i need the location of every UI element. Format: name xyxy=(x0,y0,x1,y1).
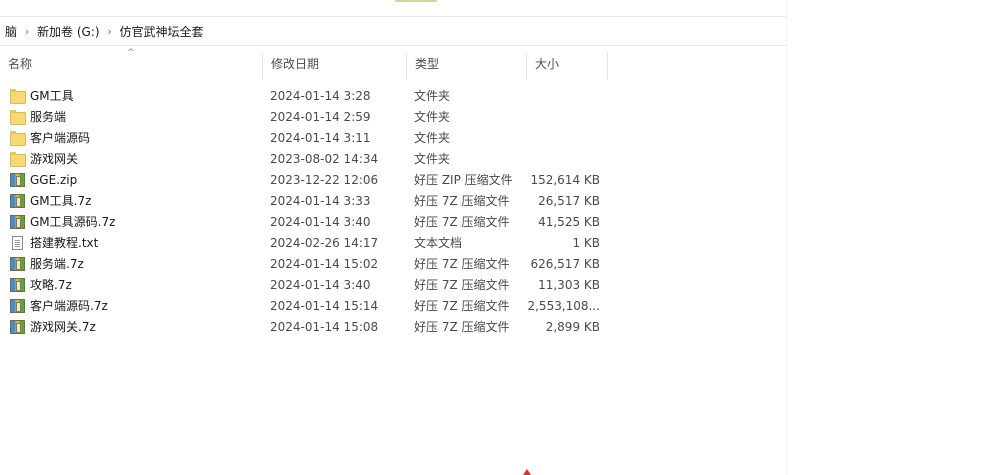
file-type: 文件夹 xyxy=(414,89,451,103)
column-name-label: 名称 xyxy=(8,56,33,71)
file-type: 文件夹 xyxy=(414,110,451,124)
file-name: GGE.zip xyxy=(30,173,78,187)
file-name: 服务端 xyxy=(30,110,67,124)
file-type: 好压 7Z 压缩文件 xyxy=(414,299,510,313)
file-date: 2024-01-14 15:14 xyxy=(270,299,379,313)
file-size: 11,303 KB xyxy=(538,278,600,292)
file-type: 好压 7Z 压缩文件 xyxy=(414,215,510,229)
file-size: 2,553,108... xyxy=(527,299,600,313)
file-size: 626,517 KB xyxy=(530,257,600,271)
file-name: 游戏网关 xyxy=(30,152,79,166)
file-type: 文件夹 xyxy=(414,152,451,166)
text-file-icon xyxy=(12,236,23,250)
file-row[interactable]: GM工具 2024-01-14 3:28 文件夹 xyxy=(0,86,786,107)
folder-icon xyxy=(10,131,26,146)
file-date: 2024-01-14 15:02 xyxy=(270,257,379,271)
file-type: 好压 7Z 压缩文件 xyxy=(414,257,510,271)
archive-icon xyxy=(10,215,25,229)
chevron-right-icon[interactable]: › xyxy=(21,25,33,38)
breadcrumb-item-computer[interactable]: 脑 xyxy=(0,23,21,40)
file-row[interactable]: 搭建教程.txt 2024-02-26 14:17 文本文档 1 KB xyxy=(0,233,786,254)
column-header-date[interactable]: 修改日期 xyxy=(263,46,406,80)
file-size xyxy=(527,107,600,128)
file-row[interactable]: 游戏网关 2023-08-02 14:34 文件夹 xyxy=(0,149,786,170)
column-header: ^ 名称 修改日期 类型 大小 xyxy=(0,46,786,84)
file-date: 2023-08-02 14:34 xyxy=(270,152,379,166)
pane-divider xyxy=(786,0,787,475)
file-type: 好压 7Z 压缩文件 xyxy=(414,278,510,292)
file-name: 客户端源码 xyxy=(30,131,91,145)
file-size: 1 KB xyxy=(572,236,600,250)
file-name: GM工具 xyxy=(30,89,74,103)
file-row[interactable]: 客户端源码.7z 2024-01-14 15:14 好压 7Z 压缩文件 2,5… xyxy=(0,296,786,317)
top-accent-bar xyxy=(395,0,437,2)
file-date: 2024-01-14 3:40 xyxy=(270,278,371,292)
column-header-size[interactable]: 大小 xyxy=(527,46,607,80)
file-row[interactable]: 客户端源码 2024-01-14 3:11 文件夹 xyxy=(0,128,786,149)
archive-icon xyxy=(10,278,25,292)
file-type: 文件夹 xyxy=(414,131,451,145)
file-name: GM工具源码.7z xyxy=(30,215,116,229)
file-type: 好压 ZIP 压缩文件 xyxy=(414,173,513,187)
file-size xyxy=(527,149,600,170)
file-list: GM工具 2024-01-14 3:28 文件夹 服务端 2024-01-14 … xyxy=(0,86,786,338)
archive-icon xyxy=(10,257,25,271)
window-top-strip xyxy=(0,0,786,17)
column-header-type[interactable]: 类型 xyxy=(407,46,526,80)
archive-icon xyxy=(10,320,25,334)
cursor-mark-icon xyxy=(523,469,531,475)
column-size-label: 大小 xyxy=(535,56,560,71)
breadcrumb-item-folder[interactable]: 仿官武神坛全套 xyxy=(116,23,208,40)
breadcrumb: 脑 › 新加卷 (G:) › 仿官武神坛全套 xyxy=(0,17,786,46)
file-row[interactable]: GM工具.7z 2024-01-14 3:33 好压 7Z 压缩文件 26,51… xyxy=(0,191,786,212)
file-name: 搭建教程.txt xyxy=(30,236,99,250)
file-date: 2024-01-14 15:08 xyxy=(270,320,379,334)
file-size: 26,517 KB xyxy=(538,194,600,208)
file-row[interactable]: 服务端 2024-01-14 2:59 文件夹 xyxy=(0,107,786,128)
file-name: 攻略.7z xyxy=(30,278,72,292)
folder-icon xyxy=(10,152,26,167)
file-type: 好压 7Z 压缩文件 xyxy=(414,194,510,208)
column-type-label: 类型 xyxy=(415,56,440,71)
archive-icon xyxy=(10,194,25,208)
archive-icon xyxy=(10,299,25,313)
file-type: 好压 7Z 压缩文件 xyxy=(414,320,510,334)
file-row[interactable]: 服务端.7z 2024-01-14 15:02 好压 7Z 压缩文件 626,5… xyxy=(0,254,786,275)
file-date: 2024-02-26 14:17 xyxy=(270,236,379,250)
breadcrumb-item-drive[interactable]: 新加卷 (G:) xyxy=(33,23,104,40)
file-name: GM工具.7z xyxy=(30,194,92,208)
file-name: 服务端.7z xyxy=(30,257,84,271)
file-row[interactable]: 游戏网关.7z 2024-01-14 15:08 好压 7Z 压缩文件 2,89… xyxy=(0,317,786,338)
column-resize-handle[interactable] xyxy=(607,52,608,80)
file-size: 2,899 KB xyxy=(545,320,600,334)
file-date: 2024-01-14 3:40 xyxy=(270,215,371,229)
file-size xyxy=(527,86,600,107)
folder-icon xyxy=(10,110,26,125)
file-name: 游戏网关.7z xyxy=(30,320,96,334)
file-size: 152,614 KB xyxy=(530,173,600,187)
column-date-label: 修改日期 xyxy=(271,56,320,71)
file-row[interactable]: GGE.zip 2023-12-22 12:06 好压 ZIP 压缩文件 152… xyxy=(0,170,786,191)
file-row[interactable]: 攻略.7z 2024-01-14 3:40 好压 7Z 压缩文件 11,303 … xyxy=(0,275,786,296)
file-date: 2023-12-22 12:06 xyxy=(270,173,379,187)
file-name: 客户端源码.7z xyxy=(30,299,108,313)
file-size: 41,525 KB xyxy=(538,215,600,229)
file-date: 2024-01-14 3:28 xyxy=(270,89,371,103)
file-date: 2024-01-14 3:33 xyxy=(270,194,371,208)
file-size xyxy=(527,128,600,149)
archive-icon xyxy=(10,173,25,187)
file-date: 2024-01-14 2:59 xyxy=(270,110,371,124)
file-type: 文本文档 xyxy=(414,236,463,250)
file-row[interactable]: GM工具源码.7z 2024-01-14 3:40 好压 7Z 压缩文件 41,… xyxy=(0,212,786,233)
file-date: 2024-01-14 3:11 xyxy=(270,131,371,145)
folder-icon xyxy=(10,89,26,104)
chevron-right-icon[interactable]: › xyxy=(104,25,116,38)
column-header-name[interactable]: 名称 xyxy=(0,46,262,80)
